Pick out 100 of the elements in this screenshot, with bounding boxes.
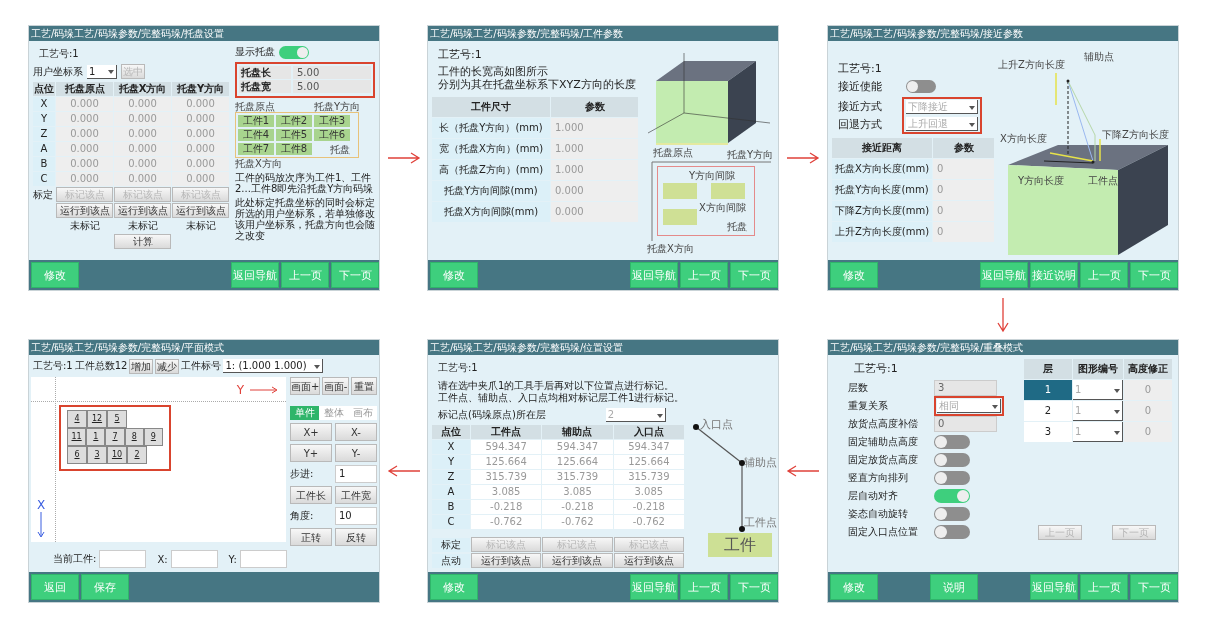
workpiece-tile[interactable]: 10 [107, 446, 127, 464]
note-text: 工件的码放次序为工件1、工件2...工件8即先沿托盘Y方向码垛 [235, 172, 375, 194]
layer-cell[interactable]: 1 [1024, 380, 1072, 400]
table-cell: 0.000 [114, 127, 171, 141]
view-button[interactable]: 画面- [322, 377, 349, 395]
table-header-cell: 入口点 [613, 425, 684, 439]
value-field[interactable]: 5.00 [293, 66, 371, 79]
toggle-switch[interactable] [906, 80, 936, 93]
layer-cell[interactable]: 3 [1024, 422, 1072, 442]
shape-dropdown[interactable]: 1 [1073, 380, 1123, 400]
diagram-label: 托盘 [330, 144, 350, 155]
table-cell: 宽（托盘X方向）(mm) [432, 139, 550, 159]
process-number: 工艺号:1 [437, 361, 479, 375]
table-header-cell: 图形编号 [1073, 359, 1123, 379]
toggle-switch[interactable] [934, 435, 970, 449]
add-button[interactable]: 增加 [129, 358, 154, 374]
repeat-dropdown[interactable]: 相同 [937, 399, 1001, 413]
value-field[interactable]: 5.00 [293, 80, 371, 93]
mode-dropdown[interactable]: 下降接近 [906, 100, 978, 114]
layout-canvas[interactable]: Y X 4 12 5 11 1 7 8 9 6 3 10 2 [31, 377, 286, 542]
move-button[interactable]: Y+ [290, 444, 332, 462]
input-field[interactable] [170, 550, 218, 568]
workpiece-block [663, 183, 697, 199]
rotate-button[interactable]: 正转 [290, 528, 332, 546]
breadcrumb-bar: 工艺/码垛工艺/码垛参数/完整码垛/重叠模式 [828, 340, 1178, 355]
workpiece-tile[interactable]: 9 [143, 428, 163, 446]
workpiece-tile[interactable]: 3 [87, 446, 107, 464]
toggle-switch[interactable] [279, 45, 309, 59]
calculate-button[interactable]: 计算 [114, 234, 171, 249]
workpiece-tile[interactable]: 1 [86, 428, 106, 446]
table-header-cell: 参数 [551, 97, 638, 117]
toggle-switch[interactable] [934, 471, 970, 485]
run-to-point-button[interactable]: 运行到该点 [613, 553, 684, 568]
table-cell: 0.000 [56, 97, 113, 111]
toggle-switch[interactable] [934, 489, 970, 503]
table-cell: 0.000 [172, 112, 229, 126]
table-cell: -0.762 [542, 515, 613, 529]
breadcrumb-bar: 工艺/码垛工艺/码垛参数/完整码垛/接近参数 [828, 26, 1178, 41]
table-cell: 594.347 [471, 440, 542, 454]
workpiece-tile[interactable]: 4 [67, 410, 87, 428]
diagram-label: 托盘 [727, 221, 747, 232]
workpiece-dropdown[interactable]: 1: (1.000 1.000) [223, 359, 324, 373]
workpiece-tile[interactable]: 8 [124, 428, 144, 446]
size-button[interactable]: 工件宽 [335, 486, 377, 504]
angle-field[interactable]: 10 [335, 507, 377, 525]
step-field[interactable]: 1 [335, 465, 377, 483]
workpiece-tile[interactable]: 7 [105, 428, 125, 446]
workpiece-tile[interactable]: 11 [67, 428, 87, 446]
diagram-label: 上升Z方向长度 [998, 59, 1065, 70]
layer-dropdown[interactable]: 2 [605, 408, 666, 422]
run-to-point-button[interactable]: 运行到该点 [471, 553, 542, 568]
input-field[interactable] [239, 550, 287, 568]
rotate-button[interactable]: 反转 [335, 528, 377, 546]
toggle-label: 接近使能 [837, 79, 883, 94]
table-cell: -0.218 [613, 500, 684, 514]
mode-tab[interactable]: 整体 [319, 406, 348, 420]
shape-dropdown[interactable]: 1 [1073, 422, 1123, 442]
field-label: 层自动对齐 [848, 489, 899, 503]
field-label: X: [157, 553, 168, 565]
view-button[interactable]: 重置 [350, 377, 377, 395]
diagram-label: X方向间隙 [699, 202, 746, 213]
table-cell: 1.000 [551, 139, 638, 159]
diagram-label: 托盘原点 [653, 147, 693, 158]
diagram-label: 托盘X方向 [235, 158, 282, 169]
layer-cell[interactable]: 2 [1024, 401, 1072, 421]
workpiece-tile[interactable]: 5 [107, 410, 127, 428]
size-button[interactable]: 工件长 [290, 486, 332, 504]
run-to-point-button[interactable]: 运行到该点 [114, 203, 171, 218]
table-cell: 0 [1124, 401, 1172, 421]
workpiece-tile[interactable]: 2 [127, 446, 147, 464]
remove-button[interactable]: 减少 [155, 358, 180, 374]
mode-tab[interactable]: 单件 [290, 406, 319, 420]
table-cell: X [432, 440, 470, 454]
run-to-point-button[interactable]: 运行到该点 [56, 203, 113, 218]
move-button[interactable]: X- [335, 423, 377, 441]
toggle-label: 显示托盘 [235, 45, 275, 59]
toggle-switch[interactable] [934, 507, 970, 521]
view-button[interactable]: 画面+ [290, 377, 321, 395]
run-to-point-button[interactable]: 运行到该点 [542, 553, 613, 568]
mode-dropdown[interactable]: 上升回退 [906, 117, 978, 131]
field-label: 用户坐标系 [33, 64, 83, 79]
mode-tab[interactable]: 画布 [348, 406, 377, 420]
table-header-cell: 高度修正 [1124, 359, 1172, 379]
input-field[interactable] [99, 550, 147, 568]
move-button[interactable]: Y- [335, 444, 377, 462]
axis-label: Y [236, 383, 244, 397]
table-cell: 上升Z方向长度(mm) [832, 222, 932, 242]
shape-dropdown[interactable]: 1 [1073, 401, 1123, 421]
run-to-point-button[interactable]: 运行到该点 [172, 203, 229, 218]
input-field[interactable]: 0 [934, 416, 997, 432]
field-label: 角度: [290, 509, 315, 523]
table-cell: 0 [933, 159, 994, 179]
workpiece-tile[interactable]: 6 [67, 446, 87, 464]
table-cell: 0 [1124, 380, 1172, 400]
workpiece-tile[interactable]: 12 [87, 410, 107, 428]
frame-dropdown[interactable]: 1 [87, 64, 117, 79]
move-button[interactable]: X+ [290, 423, 332, 441]
toggle-switch[interactable] [934, 453, 970, 467]
toggle-switch[interactable] [934, 525, 970, 539]
input-field[interactable]: 3 [934, 380, 997, 396]
